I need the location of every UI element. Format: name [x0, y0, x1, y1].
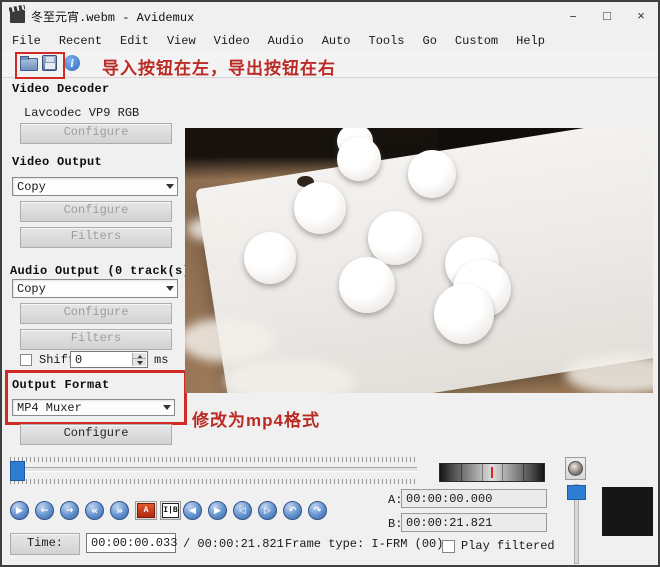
video-decoder-title: Video Decoder — [12, 82, 110, 96]
menu-auto[interactable]: Auto — [313, 32, 360, 50]
output-format-select[interactable]: MP4 Muxer — [12, 399, 175, 416]
time-button[interactable]: Time: — [10, 533, 80, 555]
chevron-down-icon — [162, 178, 177, 195]
rice-ball — [434, 284, 494, 344]
menu-recent[interactable]: Recent — [50, 32, 111, 50]
video-output-filters-button[interactable]: Filters — [20, 227, 172, 248]
forward-one-minute-button[interactable]: » — [110, 501, 129, 520]
rice-ball — [368, 211, 422, 265]
next-keyframe-button[interactable]: ▷ — [258, 501, 277, 520]
audio-output-selected: Copy — [17, 282, 46, 296]
shift-unit-label: ms — [154, 353, 168, 367]
marker-b-icon: I|B — [162, 503, 179, 518]
seek-slider-handle[interactable] — [10, 461, 25, 481]
menu-view[interactable]: View — [158, 32, 205, 50]
jog-wheel[interactable] — [439, 463, 545, 482]
output-format-annotation: 修改为mp4格式 — [192, 406, 320, 431]
menu-file[interactable]: File — [3, 32, 50, 50]
previous-keyframe-button[interactable]: ◁ — [233, 501, 252, 520]
app-icon — [10, 10, 25, 23]
marker-a-field: 00:00:00.000 — [401, 489, 547, 508]
toolbar-annotation: 导入按钮在左，导出按钮在右 — [102, 54, 336, 79]
info-icon: i — [64, 55, 80, 71]
rice-ball — [244, 232, 296, 284]
rice-ball — [339, 257, 395, 313]
set-marker-a-button[interactable]: A — [135, 501, 157, 520]
frame-type-label: Frame type: I-FRM (00) — [285, 537, 443, 551]
thumbnail-preview — [602, 487, 653, 536]
avidemux-window: 冬至元宵.webm - Avidemux – □ × File Recent E… — [0, 0, 660, 567]
go-to-last-frame-button[interactable]: ▶ — [208, 501, 227, 520]
menu-tools[interactable]: Tools — [360, 32, 414, 50]
menu-custom[interactable]: Custom — [446, 32, 507, 50]
shift-value: 0 — [75, 353, 82, 367]
video-decoder-configure-button[interactable]: Configure — [20, 123, 172, 144]
volume-slider[interactable] — [567, 484, 584, 562]
video-output-codec-select[interactable]: Copy — [12, 177, 178, 196]
duration-label: / 00:00:21.821 — [183, 537, 284, 551]
menu-help[interactable]: Help — [507, 32, 554, 50]
video-output-selected: Copy — [17, 180, 46, 194]
back-one-minute-button[interactable]: « — [85, 501, 104, 520]
close-button[interactable]: × — [624, 4, 658, 28]
play-filtered-label: Play filtered — [461, 539, 555, 553]
marker-b-field: 00:00:21.821 — [401, 513, 547, 532]
shift-value-spinner[interactable]: 0 — [70, 351, 148, 368]
toolbar: i 导入按钮在左，导出按钮在右 — [2, 51, 658, 78]
video-output-title: Video Output — [12, 155, 102, 169]
menu-bar: File Recent Edit View Video Audio Auto T… — [2, 30, 659, 51]
spinner-down-icon[interactable] — [132, 358, 146, 366]
minimize-button[interactable]: – — [556, 4, 590, 28]
next-frame-button[interactable]: → — [60, 501, 79, 520]
time-field[interactable]: 00:00:00.033 — [86, 533, 176, 553]
menu-video[interactable]: Video — [205, 32, 259, 50]
output-format-selected: MP4 Muxer — [17, 401, 82, 415]
play-button[interactable]: ▶ — [10, 501, 29, 520]
title-bar: 冬至元宵.webm - Avidemux – □ × — [2, 2, 658, 30]
video-preview — [185, 128, 653, 393]
chevron-down-icon — [162, 280, 177, 297]
audio-output-title: Audio Output (0 track(s)) — [10, 264, 198, 278]
audio-output-configure-button[interactable]: Configure — [20, 303, 172, 324]
window-title: 冬至元宵.webm - Avidemux — [31, 8, 194, 25]
rice-ball — [337, 137, 381, 181]
menu-audio[interactable]: Audio — [259, 32, 313, 50]
video-decoder-codec: Lavcodec VP9 RGB — [24, 106, 139, 120]
seek-slider[interactable] — [10, 457, 417, 484]
menu-go[interactable]: Go — [414, 32, 446, 50]
menu-edit[interactable]: Edit — [111, 32, 158, 50]
import-export-highlight-box — [15, 52, 65, 79]
audio-output-codec-select[interactable]: Copy — [12, 279, 178, 298]
set-marker-b-button[interactable]: I|B — [160, 501, 181, 520]
marker-a-icon: A — [137, 503, 155, 518]
next-black-frame-button[interactable]: ↷ — [308, 501, 327, 520]
output-format-title: Output Format — [12, 378, 110, 392]
chevron-down-icon — [159, 400, 174, 415]
previous-black-frame-button[interactable]: ↶ — [283, 501, 302, 520]
rice-ball — [294, 182, 346, 234]
go-to-first-frame-button[interactable]: ◀ — [183, 501, 202, 520]
rice-ball — [408, 150, 456, 198]
output-format-configure-button[interactable]: Configure — [20, 424, 172, 445]
audio-output-filters-button[interactable]: Filters — [20, 329, 172, 350]
previous-frame-button[interactable]: ← — [35, 501, 54, 520]
shift-checkbox[interactable] — [20, 354, 32, 366]
volume-slider-handle[interactable] — [567, 485, 586, 500]
speaker-icon — [568, 461, 583, 476]
maximize-button[interactable]: □ — [590, 4, 624, 28]
audio-mute-button[interactable] — [565, 457, 586, 480]
jog-center-mark — [491, 467, 493, 478]
info-button[interactable]: i — [64, 55, 80, 71]
video-output-configure-button[interactable]: Configure — [20, 201, 172, 222]
play-filtered-checkbox[interactable] — [442, 540, 455, 553]
